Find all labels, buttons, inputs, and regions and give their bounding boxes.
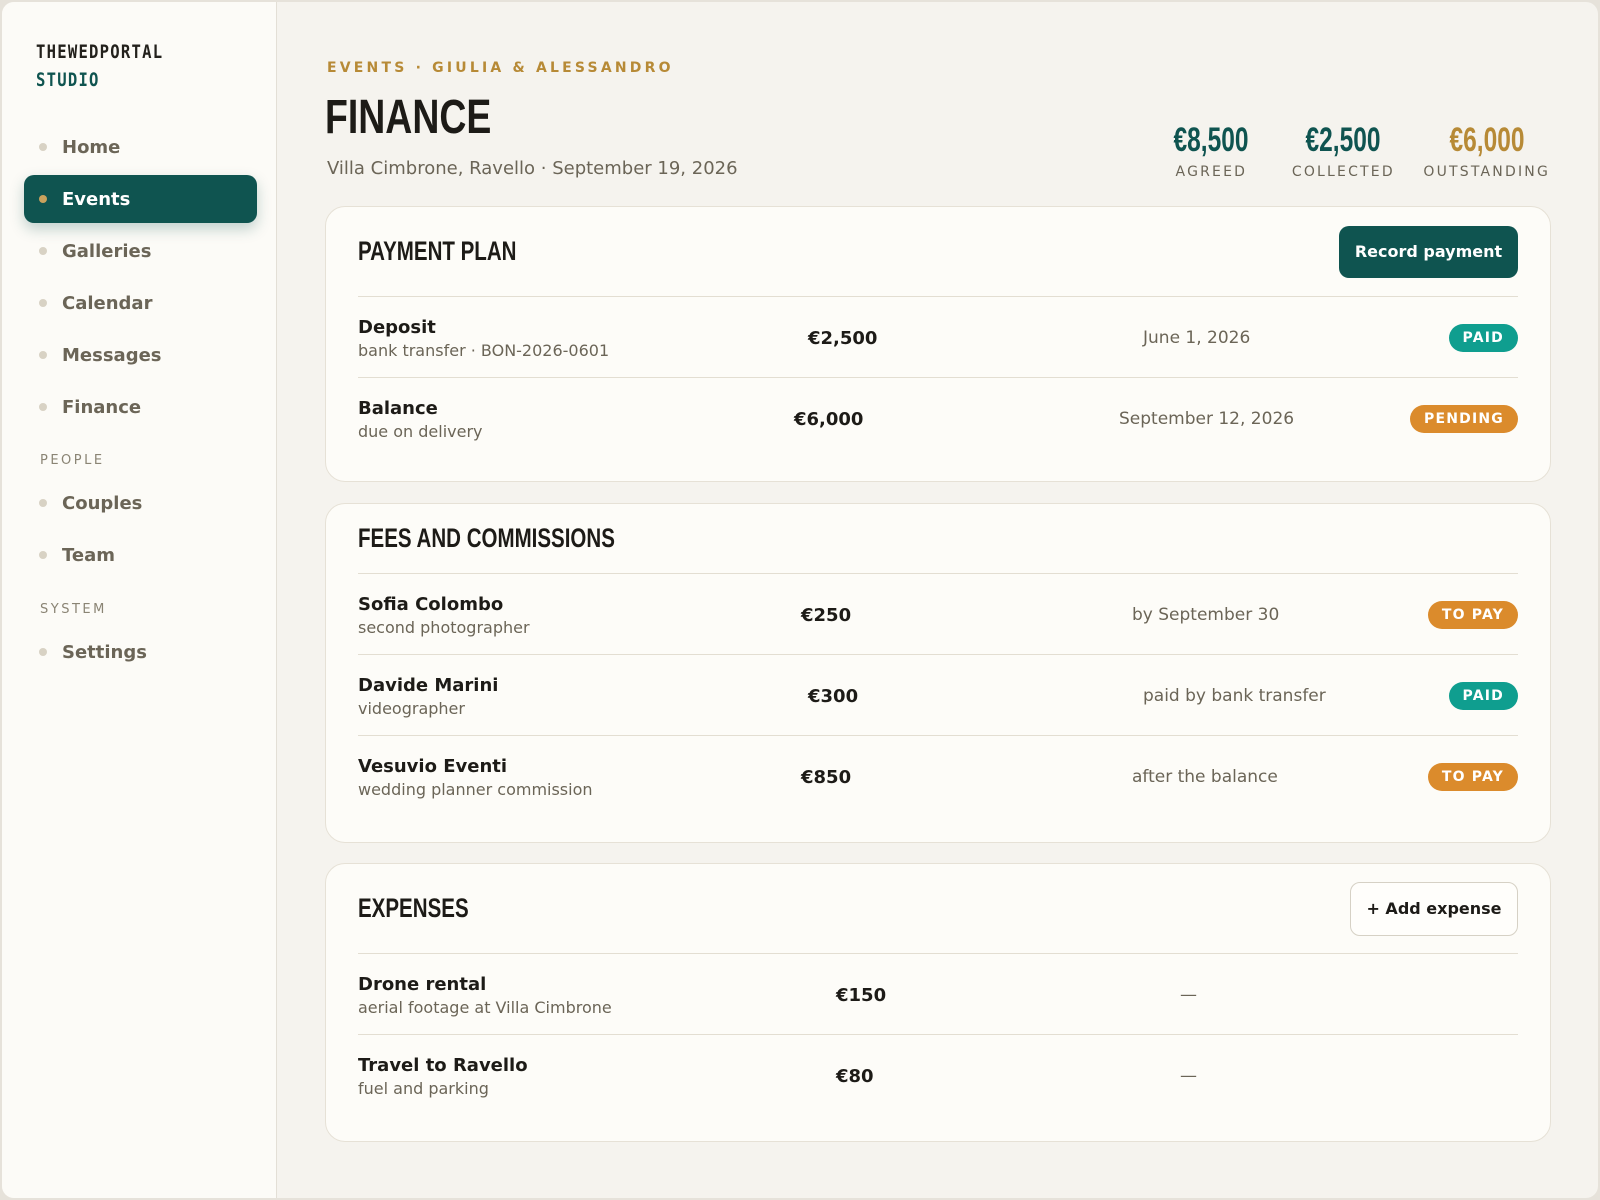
sidebar-item-label: Events xyxy=(62,188,131,210)
bullet-icon xyxy=(39,351,47,359)
brand-logo: THEWEDPORTAL STUDIO xyxy=(36,38,163,94)
sidebar-item-team[interactable]: Team xyxy=(24,531,257,579)
sidebar-item-settings[interactable]: Settings xyxy=(24,628,257,676)
row-detail: wedding planner commission xyxy=(358,780,593,799)
row-name: Balance xyxy=(358,398,438,419)
row-amount: €150 xyxy=(836,985,887,1006)
row-amount: €80 xyxy=(836,1066,874,1087)
sidebar-item-label: Couples xyxy=(62,492,143,514)
card-title: PAYMENT PLAN xyxy=(358,236,517,266)
row-date: after the balance xyxy=(1132,767,1278,787)
table-row[interactable]: Deposit bank transfer · BON-2026-0601 €2… xyxy=(358,297,1518,378)
sidebar-item-label: Galleries xyxy=(62,240,152,262)
row-name: Sofia Colombo xyxy=(358,594,504,615)
stat-caption: OUTSTANDING xyxy=(1423,164,1550,180)
sidebar-item-label: Finance xyxy=(62,396,142,418)
row-date: September 12, 2026 xyxy=(1119,409,1295,429)
row-detail: fuel and parking xyxy=(358,1079,489,1098)
row-date: June 1, 2026 xyxy=(1143,328,1251,348)
status-badge: TO PAY xyxy=(1427,763,1518,791)
row-amount: €2,500 xyxy=(808,328,878,349)
sidebar-item-label: Settings xyxy=(62,641,147,663)
row-detail: due on delivery xyxy=(358,422,483,441)
row-amount: €300 xyxy=(808,686,859,707)
row-detail: aerial footage at Villa Cimbrone xyxy=(358,998,612,1017)
stat-caption: COLLECTED xyxy=(1291,164,1395,180)
stat-value: €8,500 xyxy=(1173,121,1249,159)
add-expense-button[interactable]: + Add expense xyxy=(1350,881,1518,936)
table-row[interactable]: Sofia Colombo second photographer €250 b… xyxy=(358,574,1518,655)
main-content: EVENTS · GIULIA & ALESSANDRO FINANCE Vil… xyxy=(277,2,1598,1198)
stat-value: €6,000 xyxy=(1449,121,1525,159)
stat-caption: AGREED xyxy=(1175,164,1248,180)
stat-value: €2,500 xyxy=(1305,121,1381,159)
row-name: Vesuvio Eventi xyxy=(358,756,508,777)
section-label-people: PEOPLE xyxy=(40,453,105,468)
row-detail: bank transfer · BON-2026-0601 xyxy=(358,341,610,360)
payment-plan-card: PAYMENT PLAN Record payment Deposit bank… xyxy=(325,206,1551,482)
brand-subname: STUDIO xyxy=(36,69,100,91)
sidebar-item-home[interactable]: Home xyxy=(24,123,257,171)
expenses-card: EXPENSES + Add expense Drone rental aeri… xyxy=(325,863,1551,1142)
row-name: Travel to Ravello xyxy=(358,1055,528,1076)
stat-agreed: €8,500 AGREED xyxy=(1159,120,1263,180)
sidebar-item-couples[interactable]: Couples xyxy=(24,479,257,527)
sidebar-item-finance[interactable]: Finance xyxy=(24,383,257,431)
sidebar: THEWEDPORTAL STUDIO Home Events Gallerie… xyxy=(2,2,277,1198)
card-header: EXPENSES + Add expense xyxy=(358,864,1518,954)
bullet-icon xyxy=(39,551,47,559)
bullet-icon xyxy=(39,403,47,411)
bullet-icon xyxy=(39,143,47,151)
bullet-icon xyxy=(39,648,47,656)
stat-outstanding: €6,000 OUTSTANDING xyxy=(1423,120,1550,180)
sidebar-item-galleries[interactable]: Galleries xyxy=(24,227,257,275)
record-payment-button[interactable]: Record payment xyxy=(1339,225,1518,278)
summary-stats: €8,500 AGREED €2,500 COLLECTED €6,000 OU… xyxy=(1159,120,1550,180)
sidebar-item-events[interactable]: Events xyxy=(24,175,257,223)
section-label-system: SYSTEM xyxy=(40,602,107,617)
page-title: FINANCE xyxy=(325,91,492,144)
row-amount: €850 xyxy=(801,767,852,788)
app-window: THEWEDPORTAL STUDIO Home Events Gallerie… xyxy=(2,2,1598,1198)
row-name: Deposit xyxy=(358,317,436,338)
table-row[interactable]: Vesuvio Eventi wedding planner commissio… xyxy=(358,736,1518,817)
bullet-icon xyxy=(39,247,47,255)
row-date: paid by bank transfer xyxy=(1143,686,1326,706)
stat-collected: €2,500 COLLECTED xyxy=(1291,120,1395,180)
status-badge: TO PAY xyxy=(1427,601,1518,629)
row-amount: €6,000 xyxy=(794,409,864,430)
sidebar-item-calendar[interactable]: Calendar xyxy=(24,279,257,327)
row-amount: €250 xyxy=(801,605,852,626)
sidebar-item-label: Calendar xyxy=(62,292,153,314)
sidebar-item-label: Messages xyxy=(62,344,162,366)
row-date: by September 30 xyxy=(1132,605,1280,625)
table-row[interactable]: Drone rental aerial footage at Villa Cim… xyxy=(358,954,1518,1035)
status-badge: PAID xyxy=(1448,682,1518,710)
card-header: FEES AND COMMISSIONS xyxy=(358,504,1518,574)
row-detail: second photographer xyxy=(358,618,530,637)
bullet-icon xyxy=(39,499,47,507)
event-subtitle: Villa Cimbrone, Ravello · September 19, … xyxy=(327,158,738,179)
bullet-icon xyxy=(39,195,47,203)
card-title: EXPENSES xyxy=(358,893,469,923)
sidebar-item-label: Team xyxy=(62,544,115,566)
breadcrumb: EVENTS · GIULIA & ALESSANDRO xyxy=(327,60,674,76)
row-detail: videographer xyxy=(358,699,465,718)
row-date: — xyxy=(1180,985,1197,1005)
brand-name: THEWEDPORTAL xyxy=(36,41,164,63)
sidebar-item-messages[interactable]: Messages xyxy=(24,331,257,379)
status-badge: PENDING xyxy=(1410,405,1518,433)
table-row[interactable]: Travel to Ravello fuel and parking €80 — xyxy=(358,1035,1518,1116)
bullet-icon xyxy=(39,299,47,307)
status-badge: PAID xyxy=(1448,324,1518,352)
fees-card: FEES AND COMMISSIONS Sofia Colombo secon… xyxy=(325,503,1551,843)
row-name: Davide Marini xyxy=(358,675,499,696)
row-name: Drone rental xyxy=(358,974,487,995)
table-row[interactable]: Balance due on delivery €6,000 September… xyxy=(358,378,1518,459)
card-header: PAYMENT PLAN Record payment xyxy=(358,207,1518,297)
card-title: FEES AND COMMISSIONS xyxy=(358,523,615,553)
table-row[interactable]: Davide Marini videographer €300 paid by … xyxy=(358,655,1518,736)
row-date: — xyxy=(1180,1066,1197,1086)
sidebar-item-label: Home xyxy=(62,136,121,158)
